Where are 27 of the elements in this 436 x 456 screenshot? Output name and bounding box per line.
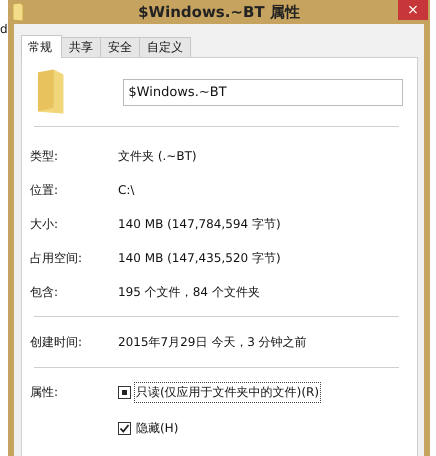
tab[interactable]: 共享 bbox=[61, 37, 101, 57]
property-label: 类型: bbox=[30, 148, 60, 164]
folder-icon bbox=[12, 2, 24, 22]
property-value: 140 MB (147,435,520 字节) bbox=[118, 250, 281, 266]
property-label: 大小: bbox=[30, 216, 60, 232]
checkbox-label[interactable]: 只读(仅应用于文件夹中的文件)(R) bbox=[134, 382, 322, 403]
property-value: 140 MB (147,784,594 字节) bbox=[118, 216, 281, 232]
tab[interactable]: 常规 bbox=[21, 35, 62, 58]
name-field[interactable]: $Windows.~BT bbox=[123, 78, 403, 106]
property-label: 包含: bbox=[30, 284, 60, 300]
property-value: 2015年7月29日 今天，3 分钟之前 bbox=[118, 334, 307, 350]
checkbox-label[interactable]: 隐藏(H) bbox=[134, 418, 180, 439]
folder-icon bbox=[36, 68, 66, 116]
checkbox[interactable] bbox=[118, 386, 131, 399]
property-value: 195 个文件，84 个文件夹 bbox=[118, 284, 260, 300]
property-label: 属性: bbox=[30, 384, 60, 401]
property-value: C:\ bbox=[118, 183, 134, 197]
tab[interactable]: 安全 bbox=[100, 37, 140, 57]
property-label: 位置: bbox=[30, 182, 60, 198]
background-text: d bbox=[0, 22, 8, 36]
window-title: $Windows.~BT 属性 bbox=[138, 3, 300, 22]
property-label: 创建时间: bbox=[30, 334, 84, 350]
tab[interactable]: 自定义 bbox=[139, 37, 191, 57]
close-button[interactable]: × bbox=[398, 0, 428, 20]
checkbox[interactable] bbox=[118, 422, 131, 435]
property-label: 占用空间: bbox=[30, 250, 84, 266]
property-value: 文件夹 (.~BT) bbox=[118, 148, 197, 164]
